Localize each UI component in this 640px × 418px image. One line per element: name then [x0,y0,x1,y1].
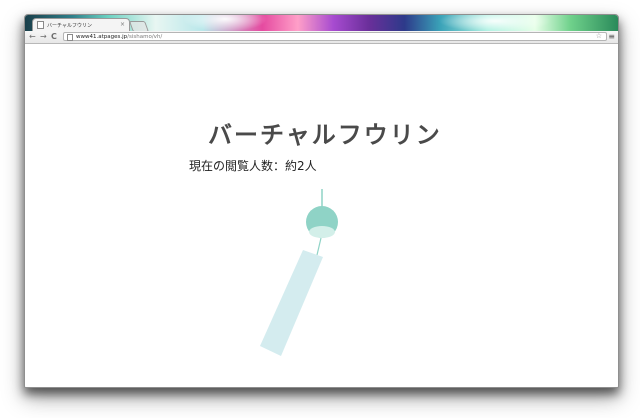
page-title: バーチャルフウリン [208,121,442,149]
url-host: www41.atpages.jp [76,34,128,40]
page-content: バーチャルフウリン 現在の閲覧人数：約2人 [25,44,618,387]
chime-bell-rim [309,226,335,238]
bookmark-star-icon[interactable]: ☆ [596,32,602,41]
page-icon [37,21,44,29]
address-bar[interactable]: www41.atpages.jp/sishamo/vh/ ☆ [63,32,607,41]
chime-clapper-string [316,237,322,256]
title-bar: バーチャルフウリン × [25,15,618,32]
tab-title: バーチャルフウリン [47,22,92,29]
toolbar: ← → C www41.atpages.jp/sishamo/vh/ ☆ ≡ [25,31,618,44]
menu-icon[interactable]: ≡ [608,32,615,42]
reload-icon[interactable]: C [51,32,57,42]
browser-window: バーチャルフウリン × ← → C www41.atpages.jp/sisha… [24,14,619,388]
url-text: www41.atpages.jp/sishamo/vh/ [76,33,162,41]
page-icon [67,34,73,41]
forward-icon[interactable]: → [40,32,47,42]
browser-tab[interactable]: バーチャルフウリン × [32,18,130,31]
back-icon[interactable]: ← [29,32,36,42]
close-tab-icon[interactable]: × [120,22,125,28]
chime-paper-strip [260,250,323,356]
viewer-count: 現在の閲覧人数：約2人 [189,159,317,173]
wind-chime[interactable] [255,183,345,363]
url-path: /sishamo/vh/ [127,34,163,40]
